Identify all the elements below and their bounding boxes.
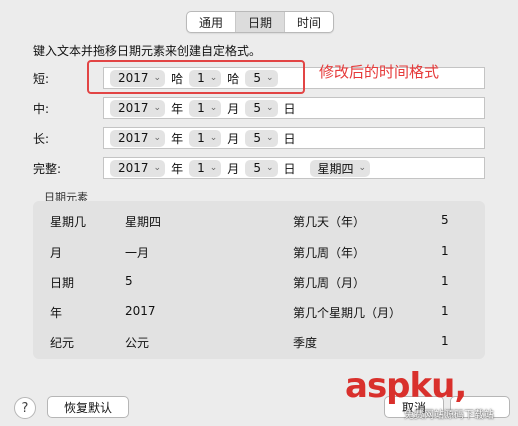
element-weekday-of-month[interactable]: 1 — [441, 304, 449, 318]
day-token[interactable]: 5 ⌄ — [245, 129, 278, 147]
element-label: 星期几 — [50, 215, 87, 229]
element-label: 季度 — [293, 336, 318, 350]
chevron-down-icon: ⌄ — [153, 133, 162, 143]
tab-time[interactable]: 时间 — [285, 12, 333, 32]
instruction-text: 键入文本并拖移日期元素来创建自定格式。 — [33, 44, 262, 58]
separator-text: 月 — [227, 101, 240, 116]
annotation-text: 修改后的时间格式 — [319, 63, 440, 81]
element-label: 第几周（年） — [293, 246, 366, 260]
annotation-highlight-box — [87, 60, 305, 94]
long-label: 长: — [33, 132, 50, 146]
separator-text: 年 — [171, 161, 184, 176]
chevron-down-icon: ⌄ — [265, 103, 274, 113]
short-label: 短: — [33, 72, 50, 86]
element-day[interactable]: 5 — [125, 274, 133, 288]
chevron-down-icon: ⌄ — [209, 103, 218, 113]
separator-text: 日 — [283, 161, 296, 176]
element-week-of-month[interactable]: 1 — [441, 274, 449, 288]
element-label: 年 — [50, 306, 63, 320]
element-label: 第几周（月） — [293, 276, 366, 290]
element-label: 日期 — [50, 276, 75, 290]
element-year[interactable]: 2017 — [125, 304, 156, 318]
long-format-field[interactable]: 2017 ⌄ 年 1 ⌄ 月 5 ⌄ 日 — [103, 127, 485, 149]
help-button[interactable]: ? — [14, 397, 36, 419]
year-token[interactable]: 2017 ⌄ — [110, 99, 166, 117]
full-format-field[interactable]: 2017 ⌄ 年 1 ⌄ 月 5 ⌄ 日 星期四 ⌄ — [103, 157, 485, 179]
chevron-down-icon: ⌄ — [153, 103, 162, 113]
chevron-down-icon: ⌄ — [209, 163, 218, 173]
tab-bar: 通用 日期 时间 — [186, 11, 335, 33]
full-label: 完整: — [33, 162, 62, 176]
separator-text: 年 — [171, 101, 184, 116]
watermark-logo: aspku, — [345, 366, 467, 406]
element-label: 纪元 — [50, 336, 75, 350]
restore-defaults-button[interactable]: 恢复默认 — [47, 396, 129, 418]
element-quarter[interactable]: 1 — [441, 334, 449, 348]
tab-general[interactable]: 通用 — [187, 12, 237, 32]
chevron-down-icon: ⌄ — [209, 133, 218, 143]
separator-text: 月 — [227, 161, 240, 176]
chevron-down-icon: ⌄ — [265, 133, 274, 143]
chevron-down-icon: ⌄ — [358, 163, 367, 173]
month-token[interactable]: 1 ⌄ — [189, 159, 222, 177]
month-token[interactable]: 1 ⌄ — [189, 99, 222, 117]
month-token[interactable]: 1 ⌄ — [189, 129, 222, 147]
tab-date[interactable]: 日期 — [236, 12, 286, 32]
element-week-of-year[interactable]: 1 — [441, 244, 449, 258]
watermark-subtitle: 免费网站源码下载站 — [404, 410, 494, 421]
weekday-token[interactable]: 星期四 ⌄ — [309, 159, 371, 177]
date-elements-panel: 星期几 星期四 月 一月 日期 5 年 2017 纪元 公元 第几天（年） 5 … — [33, 201, 485, 359]
element-day-of-year[interactable]: 5 — [441, 213, 449, 227]
element-month[interactable]: 一月 — [125, 244, 149, 261]
day-token[interactable]: 5 ⌄ — [245, 159, 278, 177]
medium-label: 中: — [33, 102, 50, 116]
year-token[interactable]: 2017 ⌄ — [110, 129, 166, 147]
element-label: 第几天（年） — [293, 215, 366, 229]
chevron-down-icon: ⌄ — [153, 163, 162, 173]
separator-text: 年 — [171, 131, 184, 146]
separator-text: 日 — [283, 131, 296, 146]
element-weekday[interactable]: 星期四 — [125, 213, 161, 230]
separator-text: 日 — [283, 101, 296, 116]
separator-text: 月 — [227, 131, 240, 146]
year-token[interactable]: 2017 ⌄ — [110, 159, 166, 177]
element-label: 第几个星期几（月） — [293, 306, 402, 320]
chevron-down-icon: ⌄ — [265, 163, 274, 173]
medium-format-field[interactable]: 2017 ⌄ 年 1 ⌄ 月 5 ⌄ 日 — [103, 97, 485, 119]
day-token[interactable]: 5 ⌄ — [245, 99, 278, 117]
element-era[interactable]: 公元 — [125, 334, 149, 351]
element-label: 月 — [50, 246, 63, 260]
